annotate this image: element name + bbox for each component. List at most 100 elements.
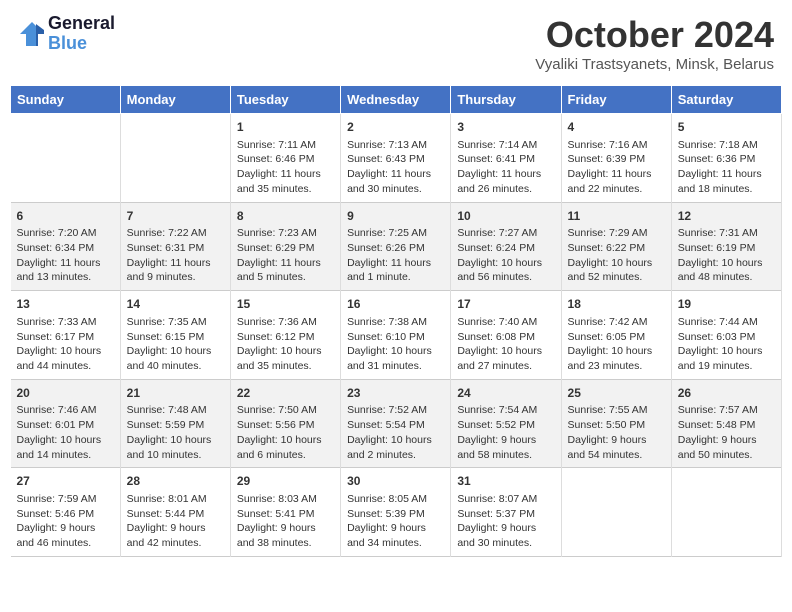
calendar-cell: 29 Sunrise: 8:03 AM Sunset: 5:41 PM Dayli… bbox=[230, 468, 340, 557]
day-number: 5 bbox=[678, 119, 775, 136]
day-number: 2 bbox=[347, 119, 444, 136]
cell-content: Sunrise: 7:35 AM Sunset: 6:15 PM Dayligh… bbox=[127, 315, 224, 374]
calendar-cell: 3Sunrise: 7:14 AM Sunset: 6:41 PM Daylig… bbox=[451, 114, 561, 203]
day-number: 27 bbox=[17, 473, 114, 490]
day-number: 20 bbox=[17, 385, 114, 402]
cell-content: Sunrise: 7:20 AM Sunset: 6:34 PM Dayligh… bbox=[17, 226, 114, 285]
calendar-cell: 19 Sunrise: 7:44 AM Sunset: 6:03 PM Dayli… bbox=[671, 291, 781, 380]
day-number: 31 bbox=[457, 473, 554, 490]
day-number: 16 bbox=[347, 296, 444, 313]
day-number: 10 bbox=[457, 208, 554, 225]
calendar-cell: 30Sunrise: 8:05 AM Sunset: 5:39 PM Dayli… bbox=[341, 468, 451, 557]
calendar-cell: 15 Sunrise: 7:36 AM Sunset: 6:12 PM Dayli… bbox=[230, 291, 340, 380]
calendar-cell: 28 Sunrise: 8:01 AM Sunset: 5:44 PM Dayli… bbox=[120, 468, 230, 557]
day-number: 13 bbox=[17, 296, 114, 313]
subtitle: Vyaliki Trastsyanets, Minsk, Belarus bbox=[535, 56, 774, 73]
calendar-cell bbox=[561, 468, 671, 557]
day-number: 17 bbox=[457, 296, 554, 313]
cell-content: Sunrise: 7:23 AM Sunset: 6:29 PM Dayligh… bbox=[237, 226, 334, 285]
cell-content: Sunrise: 7:54 AM Sunset: 5:52 PM Dayligh… bbox=[457, 403, 554, 462]
day-number: 4 bbox=[568, 119, 665, 136]
day-number: 22 bbox=[237, 385, 334, 402]
calendar-cell bbox=[671, 468, 781, 557]
cell-content: Sunrise: 7:50 AM Sunset: 5:56 PM Dayligh… bbox=[237, 403, 334, 462]
weekday-header: Friday bbox=[561, 86, 671, 114]
cell-content: Sunrise: 7:44 AM Sunset: 6:03 PM Dayligh… bbox=[678, 315, 775, 374]
weekday-header: Monday bbox=[120, 86, 230, 114]
cell-content: Sunrise: 7:33 AM Sunset: 6:17 PM Dayligh… bbox=[17, 315, 114, 374]
cell-content: Sunrise: 7:36 AM Sunset: 6:12 PM Dayligh… bbox=[237, 315, 334, 374]
calendar-cell: 25Sunrise: 7:55 AM Sunset: 5:50 PM Dayli… bbox=[561, 379, 671, 468]
day-number: 23 bbox=[347, 385, 444, 402]
calendar-cell bbox=[11, 114, 121, 203]
calendar-cell: 7Sunrise: 7:22 AM Sunset: 6:31 PM Daylig… bbox=[120, 202, 230, 291]
calendar-cell: 23Sunrise: 7:52 AM Sunset: 5:54 PM Dayli… bbox=[341, 379, 451, 468]
calendar-cell: 21Sunrise: 7:48 AM Sunset: 5:59 PM Dayli… bbox=[120, 379, 230, 468]
calendar-cell: 1Sunrise: 7:11 AM Sunset: 6:46 PM Daylig… bbox=[230, 114, 340, 203]
day-number: 21 bbox=[127, 385, 224, 402]
cell-content: Sunrise: 7:31 AM Sunset: 6:19 PM Dayligh… bbox=[678, 226, 775, 285]
cell-content: Sunrise: 7:59 AM Sunset: 5:46 PM Dayligh… bbox=[17, 492, 114, 551]
cell-content: Sunrise: 7:55 AM Sunset: 5:50 PM Dayligh… bbox=[568, 403, 665, 462]
calendar-cell: 20Sunrise: 7:46 AM Sunset: 6:01 PM Dayli… bbox=[11, 379, 121, 468]
day-number: 24 bbox=[457, 385, 554, 402]
calendar-cell: 18Sunrise: 7:42 AM Sunset: 6:05 PM Dayli… bbox=[561, 291, 671, 380]
cell-content: Sunrise: 8:01 AM Sunset: 5:44 PM Dayligh… bbox=[127, 492, 224, 551]
day-number: 12 bbox=[678, 208, 775, 225]
calendar-cell: 16Sunrise: 7:38 AM Sunset: 6:10 PM Dayli… bbox=[341, 291, 451, 380]
calendar-cell: 14 Sunrise: 7:35 AM Sunset: 6:15 PM Dayli… bbox=[120, 291, 230, 380]
weekday-header: Saturday bbox=[671, 86, 781, 114]
calendar-week-row: 13 Sunrise: 7:33 AM Sunset: 6:17 PM Dayli… bbox=[11, 291, 782, 380]
calendar-cell: 4 Sunrise: 7:16 AM Sunset: 6:39 PM Daylig… bbox=[561, 114, 671, 203]
cell-content: Sunrise: 8:05 AM Sunset: 5:39 PM Dayligh… bbox=[347, 492, 444, 551]
day-number: 11 bbox=[568, 208, 665, 225]
calendar-cell: 10Sunrise: 7:27 AM Sunset: 6:24 PM Dayli… bbox=[451, 202, 561, 291]
calendar-week-row: 27 Sunrise: 7:59 AM Sunset: 5:46 PM Dayli… bbox=[11, 468, 782, 557]
day-number: 19 bbox=[678, 296, 775, 313]
cell-content: Sunrise: 7:52 AM Sunset: 5:54 PM Dayligh… bbox=[347, 403, 444, 462]
calendar-cell: 27 Sunrise: 7:59 AM Sunset: 5:46 PM Dayli… bbox=[11, 468, 121, 557]
day-number: 28 bbox=[127, 473, 224, 490]
day-number: 26 bbox=[678, 385, 775, 402]
calendar-cell bbox=[120, 114, 230, 203]
calendar-cell: 9Sunrise: 7:25 AM Sunset: 6:26 PM Daylig… bbox=[341, 202, 451, 291]
cell-content: Sunrise: 7:48 AM Sunset: 5:59 PM Dayligh… bbox=[127, 403, 224, 462]
day-number: 8 bbox=[237, 208, 334, 225]
cell-content: Sunrise: 8:07 AM Sunset: 5:37 PM Dayligh… bbox=[457, 492, 554, 551]
cell-content: Sunrise: 7:40 AM Sunset: 6:08 PM Dayligh… bbox=[457, 315, 554, 374]
cell-content: Sunrise: 7:16 AM Sunset: 6:39 PM Dayligh… bbox=[568, 138, 665, 197]
calendar-cell: 13 Sunrise: 7:33 AM Sunset: 6:17 PM Dayli… bbox=[11, 291, 121, 380]
calendar-cell: 12Sunrise: 7:31 AM Sunset: 6:19 PM Dayli… bbox=[671, 202, 781, 291]
weekday-header: Tuesday bbox=[230, 86, 340, 114]
cell-content: Sunrise: 7:46 AM Sunset: 6:01 PM Dayligh… bbox=[17, 403, 114, 462]
cell-content: Sunrise: 7:29 AM Sunset: 6:22 PM Dayligh… bbox=[568, 226, 665, 285]
logo-text: General Blue bbox=[48, 14, 115, 54]
cell-content: Sunrise: 7:14 AM Sunset: 6:41 PM Dayligh… bbox=[457, 138, 554, 197]
cell-content: Sunrise: 7:25 AM Sunset: 6:26 PM Dayligh… bbox=[347, 226, 444, 285]
logo-icon bbox=[18, 20, 46, 48]
day-number: 6 bbox=[17, 208, 114, 225]
calendar-cell: 11Sunrise: 7:29 AM Sunset: 6:22 PM Dayli… bbox=[561, 202, 671, 291]
day-number: 29 bbox=[237, 473, 334, 490]
calendar-week-row: 6Sunrise: 7:20 AM Sunset: 6:34 PM Daylig… bbox=[11, 202, 782, 291]
day-number: 15 bbox=[237, 296, 334, 313]
header-row: SundayMondayTuesdayWednesdayThursdayFrid… bbox=[11, 86, 782, 114]
logo-line2: Blue bbox=[48, 34, 115, 54]
title-area: October 2024 Vyaliki Trastsyanets, Minsk… bbox=[535, 14, 774, 73]
calendar-week-row: 20Sunrise: 7:46 AM Sunset: 6:01 PM Dayli… bbox=[11, 379, 782, 468]
day-number: 25 bbox=[568, 385, 665, 402]
cell-content: Sunrise: 8:03 AM Sunset: 5:41 PM Dayligh… bbox=[237, 492, 334, 551]
day-number: 9 bbox=[347, 208, 444, 225]
calendar-cell: 2Sunrise: 7:13 AM Sunset: 6:43 PM Daylig… bbox=[341, 114, 451, 203]
logo: General Blue bbox=[18, 14, 115, 54]
cell-content: Sunrise: 7:57 AM Sunset: 5:48 PM Dayligh… bbox=[678, 403, 775, 462]
calendar-cell: 24Sunrise: 7:54 AM Sunset: 5:52 PM Dayli… bbox=[451, 379, 561, 468]
calendar-table: SundayMondayTuesdayWednesdayThursdayFrid… bbox=[10, 85, 782, 557]
weekday-header: Wednesday bbox=[341, 86, 451, 114]
calendar-cell: 17 Sunrise: 7:40 AM Sunset: 6:08 PM Dayli… bbox=[451, 291, 561, 380]
calendar-week-row: 1Sunrise: 7:11 AM Sunset: 6:46 PM Daylig… bbox=[11, 114, 782, 203]
day-number: 14 bbox=[127, 296, 224, 313]
logo-line1: General bbox=[48, 14, 115, 34]
calendar-cell: 26Sunrise: 7:57 AM Sunset: 5:48 PM Dayli… bbox=[671, 379, 781, 468]
cell-content: Sunrise: 7:11 AM Sunset: 6:46 PM Dayligh… bbox=[237, 138, 334, 197]
